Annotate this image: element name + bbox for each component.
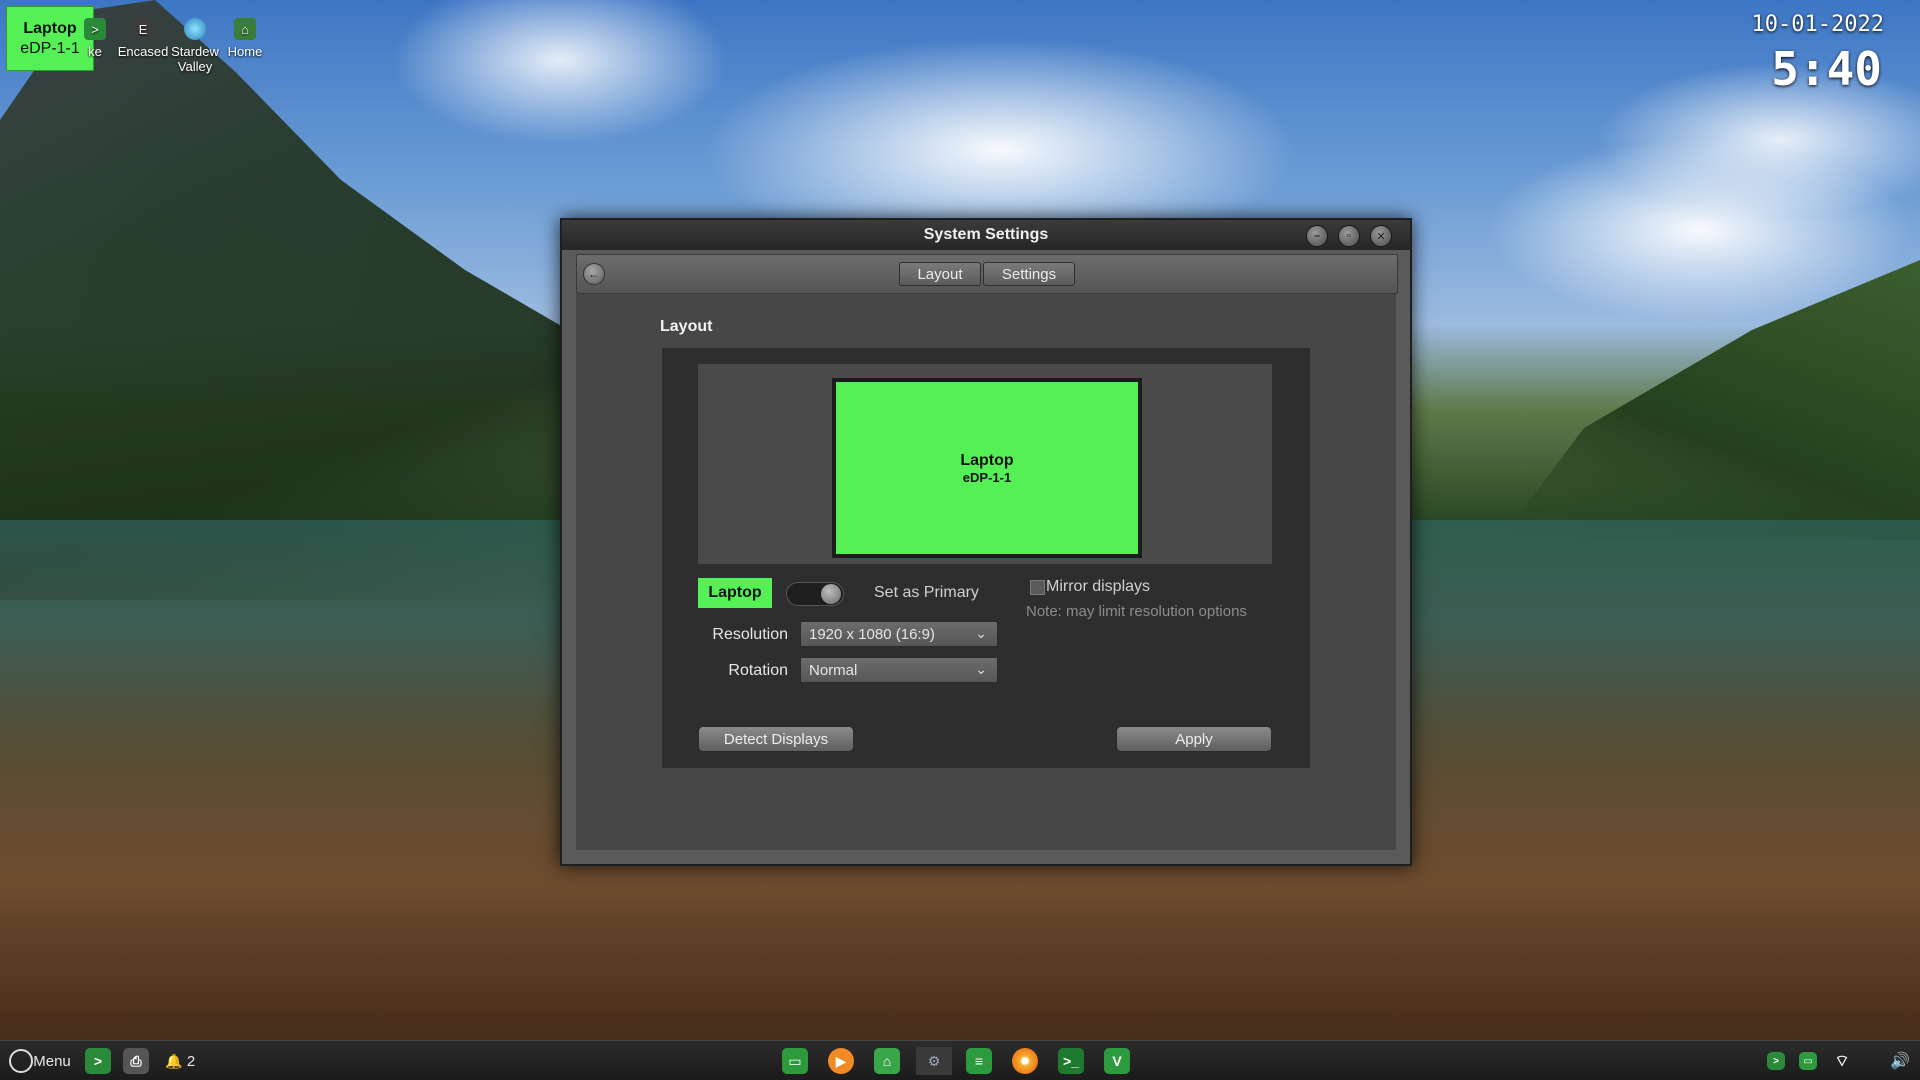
set-primary-button[interactable]: Set as Primary	[874, 584, 979, 602]
desktop-icon-label: ke	[88, 44, 102, 59]
display-enable-toggle[interactable]	[786, 582, 844, 606]
menu-label: Menu	[33, 1052, 71, 1070]
clock-time: 5:40	[1771, 42, 1882, 96]
taskbar-app-settings[interactable]: ⚙	[916, 1047, 952, 1075]
resolution-dropdown[interactable]: 1920 x 1080 (16:9) ⌄	[800, 621, 998, 647]
software-center-icon: ⌂	[874, 1048, 900, 1074]
browser-icon: ✹	[1012, 1048, 1038, 1074]
tray-terminal[interactable]: >	[1764, 1047, 1788, 1075]
terminal-icon: >	[84, 18, 106, 40]
play-icon: ▶	[828, 1048, 854, 1074]
desktop-icon-label: Home	[227, 44, 263, 59]
terminal-icon: >_	[1058, 1048, 1084, 1074]
minimize-button[interactable]: –	[1306, 225, 1328, 247]
taskbar-notifications[interactable]: 🔔 2	[160, 1047, 196, 1075]
menu-logo-icon	[9, 1049, 34, 1073]
monitor-preview[interactable]: Laptop eDP-1-1	[832, 378, 1142, 558]
chevron-down-icon: ⌄	[975, 625, 987, 641]
taskbar-app-editor[interactable]: ≡	[964, 1047, 994, 1075]
rotation-value: Normal	[809, 661, 858, 679]
close-icon: ✕	[1376, 230, 1386, 243]
settings-toolbar: ← Layout Settings	[576, 254, 1398, 294]
clock-date: 10-01-2022	[1751, 12, 1884, 37]
window-titlebar[interactable]: System Settings – ▫ ✕	[562, 220, 1410, 250]
encased-app-icon: E	[132, 18, 154, 40]
section-title: Layout	[660, 318, 713, 335]
wallpaper-hill	[1500, 260, 1920, 540]
tray-volume[interactable]: 🔊	[1888, 1047, 1912, 1075]
taskbar-app-firefox[interactable]: ✹	[1010, 1047, 1040, 1075]
monitor-connector: eDP-1-1	[962, 469, 1012, 485]
printer-icon: ⎙	[123, 1048, 149, 1074]
system-settings-window: System Settings – ▫ ✕ ← Layout Settings …	[560, 218, 1412, 866]
resolution-value: 1920 x 1080 (16:9)	[809, 625, 935, 643]
taskbar-app-terminal[interactable]: >_	[1056, 1047, 1086, 1075]
wifi-icon: ⌔	[1834, 1053, 1850, 1070]
file-manager-icon: ▭	[782, 1048, 808, 1074]
monitor-name: Laptop	[960, 451, 1014, 469]
window-title: System Settings	[923, 226, 1049, 243]
toggle-knob	[821, 584, 841, 604]
taskbar-app-software[interactable]: ⌂	[872, 1047, 902, 1075]
display-icon: ▭	[1799, 1052, 1817, 1070]
display-arrangement-area: Laptop eDP-1-1	[698, 364, 1272, 564]
mirror-note: Note: may limit resolution options	[1026, 603, 1247, 620]
maximize-icon: ▫	[1347, 230, 1351, 242]
stardew-valley-icon	[184, 18, 206, 40]
arrow-left-icon: ←	[588, 267, 600, 281]
gear-icon: ⚙	[927, 1052, 941, 1069]
taskbar-app-vim[interactable]: V	[1102, 1047, 1132, 1075]
mirror-displays-checkbox[interactable]	[1030, 580, 1045, 595]
notification-count: 2	[186, 1052, 196, 1070]
settings-content: Layout Laptop eDP-1-1 Laptop Set as Prim…	[576, 294, 1396, 850]
minimize-icon: –	[1313, 230, 1321, 242]
terminal-icon: >	[85, 1048, 111, 1074]
resolution-label: Resolution	[712, 626, 788, 643]
terminal-icon: >	[1767, 1052, 1785, 1070]
apply-button[interactable]: Apply	[1116, 726, 1272, 752]
rotation-dropdown[interactable]: Normal ⌄	[800, 657, 998, 683]
mirror-displays-label: Mirror displays	[1046, 578, 1151, 595]
detect-displays-button[interactable]: Detect Displays	[698, 726, 854, 752]
menu-button[interactable]: Menu	[6, 1047, 74, 1075]
tray-display[interactable]: ▭	[1796, 1047, 1820, 1075]
tab-layout[interactable]: Layout	[899, 262, 981, 286]
taskbar-app-media[interactable]: ▶	[826, 1047, 856, 1075]
notification-icon: 🔔	[165, 1052, 183, 1069]
desktop-icon-home[interactable]: ⌂ Home	[210, 18, 280, 59]
desktop: Laptop eDP-1-1 > ke E Encased Stardew Va…	[0, 0, 1920, 1080]
close-button[interactable]: ✕	[1370, 225, 1392, 247]
layout-panel: Laptop eDP-1-1 Laptop Set as Primary Mir…	[662, 348, 1310, 768]
back-button[interactable]: ←	[583, 263, 605, 285]
chevron-down-icon: ⌄	[975, 661, 987, 677]
tab-settings[interactable]: Settings	[983, 262, 1075, 286]
taskbar-terminal-launcher[interactable]: >	[84, 1047, 112, 1075]
text-editor-icon: ≡	[966, 1048, 992, 1074]
display-name-label: Laptop	[698, 578, 772, 608]
maximize-button[interactable]: ▫	[1338, 225, 1360, 247]
tray-network[interactable]: ⌔	[1830, 1047, 1854, 1075]
taskbar-app-files[interactable]: ▭	[780, 1047, 810, 1075]
volume-icon: 🔊	[1890, 1053, 1910, 1070]
home-folder-icon: ⌂	[234, 18, 256, 40]
taskbar: Menu > ⎙ 🔔 2 ▭ ▶ ⌂ ⚙ ≡ ✹ >_ V > ▭ ⌔ 🔊	[0, 1040, 1920, 1080]
rotation-label: Rotation	[728, 662, 788, 679]
taskbar-printer[interactable]: ⎙	[122, 1047, 150, 1075]
vim-icon: V	[1104, 1048, 1130, 1074]
wallpaper-mountain	[0, 0, 620, 600]
